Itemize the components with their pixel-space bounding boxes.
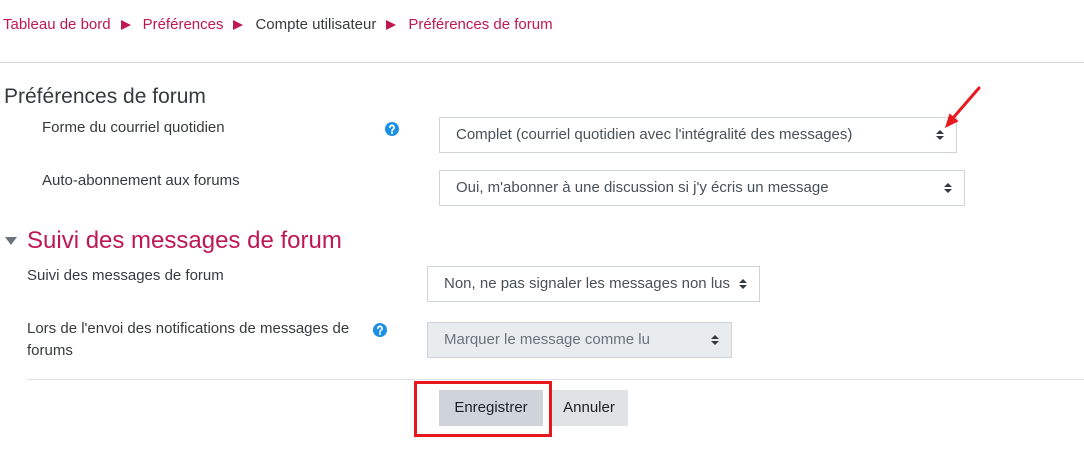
mark-read-on-notification-label: Lors de l'envoi des notifications de mes…	[27, 320, 350, 359]
auto-subscribe-label: Auto-abonnement aux forums	[42, 172, 240, 189]
breadcrumb-link-forum-preferences[interactable]: Préférences de forum	[408, 15, 552, 35]
breadcrumb-item-user-account: Compte utilisateur	[255, 16, 377, 33]
sort-arrows-icon	[936, 130, 944, 140]
cancel-button[interactable]: Annuler	[550, 390, 628, 426]
caret-down-icon	[5, 237, 17, 245]
auto-subscribe-select[interactable]: Oui, m'abonner à une discussion si j'y é…	[439, 170, 965, 206]
breadcrumb-separator-icon	[386, 20, 397, 30]
tracking-section-toggle[interactable]: Suivi des messages de forum	[5, 227, 342, 255]
header-divider	[0, 62, 1084, 63]
daily-digest-type-select[interactable]: Complet (courriel quotidien avec l'intég…	[439, 117, 957, 153]
page: Tableau de bord Préférences Compte utili…	[0, 0, 1084, 455]
select-value: Marquer le message comme lu	[444, 331, 650, 348]
form-actions-divider	[27, 379, 1084, 380]
help-question-icon[interactable]	[385, 122, 399, 136]
select-value: Oui, m'abonner à une discussion si j'y é…	[456, 179, 829, 196]
save-button[interactable]: Enregistrer	[439, 390, 543, 426]
mark-read-on-notification-select: Marquer le message comme lu	[427, 322, 732, 358]
select-value: Non, ne pas signaler les messages non lu…	[444, 275, 730, 292]
tracking-section-heading: Suivi des messages de forum	[27, 227, 342, 254]
forum-tracking-select[interactable]: Non, ne pas signaler les messages non lu…	[427, 266, 760, 302]
breadcrumb-link-dashboard[interactable]: Tableau de bord	[3, 15, 111, 35]
forum-tracking-label: Suivi des messages de forum	[27, 267, 224, 284]
breadcrumb-link-preferences[interactable]: Préférences	[143, 15, 224, 35]
breadcrumb-separator-icon	[120, 20, 131, 30]
sort-arrows-icon	[739, 279, 747, 289]
breadcrumb-separator-icon	[233, 20, 244, 30]
help-question-icon[interactable]	[373, 323, 387, 337]
sort-arrows-icon	[944, 183, 952, 193]
forum-preferences-heading: Préférences de forum	[4, 85, 206, 108]
sort-arrows-icon	[711, 335, 719, 345]
select-value: Complet (courriel quotidien avec l'intég…	[456, 126, 853, 143]
daily-digest-type-label: Forme du courriel quotidien	[42, 119, 225, 136]
breadcrumb: Tableau de bord Préférences Compte utili…	[3, 15, 553, 35]
